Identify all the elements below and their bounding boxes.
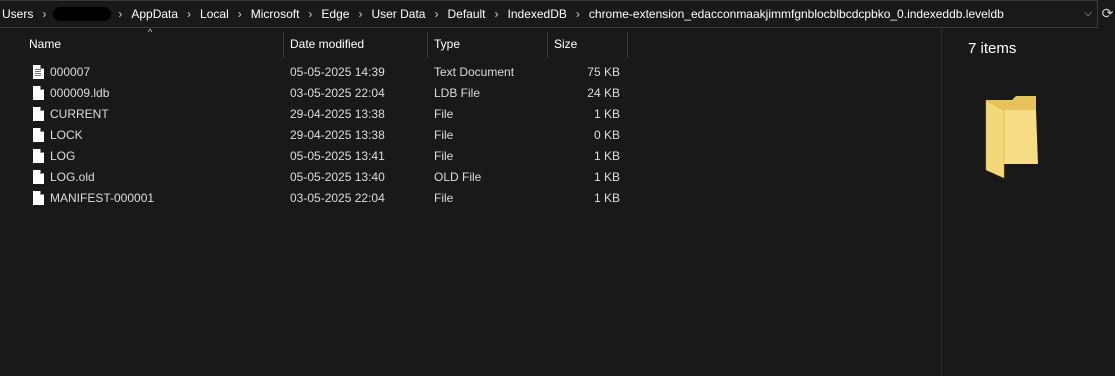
column-header-type[interactable]: Type bbox=[434, 30, 460, 58]
breadcrumb-user-data[interactable]: User Data bbox=[365, 7, 431, 21]
file-icon bbox=[33, 170, 44, 184]
file-type: OLD File bbox=[434, 170, 482, 184]
file-name: 000009.ldb bbox=[50, 86, 110, 100]
details-pane: 7 items bbox=[941, 28, 1115, 376]
column-divider[interactable] bbox=[427, 32, 428, 58]
column-header-name[interactable]: Name bbox=[29, 30, 61, 58]
file-size: 1 KB bbox=[593, 107, 620, 121]
chevron-right-icon[interactable]: › bbox=[573, 7, 583, 21]
item-count: 7 items bbox=[968, 40, 1017, 57]
file-date: 29-04-2025 13:38 bbox=[290, 107, 385, 121]
address-bar[interactable]: Users › › AppData › Local › Microsoft › … bbox=[0, 0, 1098, 28]
file-row[interactable]: LOG 05-05-2025 13:41 File 1 KB bbox=[0, 146, 940, 167]
breadcrumb-default[interactable]: Default bbox=[441, 7, 491, 21]
file-name: LOG.old bbox=[50, 170, 95, 184]
file-type: File bbox=[434, 191, 454, 205]
file-icon bbox=[33, 86, 44, 100]
breadcrumb-edge[interactable]: Edge bbox=[315, 7, 355, 21]
file-type: File bbox=[434, 128, 454, 142]
breadcrumb-current-folder[interactable]: chrome-extension_edacconmaakjimmfgnblocb… bbox=[583, 7, 1010, 21]
breadcrumb-local[interactable]: Local bbox=[194, 7, 235, 21]
column-header-row: ^ Name Date modified Type Size bbox=[0, 27, 940, 58]
chevron-right-icon[interactable]: › bbox=[431, 7, 441, 21]
file-icon bbox=[33, 149, 44, 163]
text-document-icon bbox=[33, 65, 44, 79]
file-name: 000007 bbox=[50, 65, 91, 79]
column-divider[interactable] bbox=[283, 32, 284, 58]
breadcrumb-indexeddb[interactable]: IndexedDB bbox=[502, 7, 573, 21]
file-size: 75 KB bbox=[587, 65, 620, 79]
file-row[interactable]: 000007 05-05-2025 14:39 Text Document 75… bbox=[0, 62, 940, 83]
file-type: File bbox=[434, 149, 454, 163]
chevron-right-icon[interactable]: › bbox=[305, 7, 315, 21]
folder-icon bbox=[985, 96, 1038, 179]
file-size: 24 KB bbox=[587, 86, 620, 100]
chevron-right-icon[interactable]: › bbox=[492, 7, 502, 21]
breadcrumb-microsoft[interactable]: Microsoft bbox=[245, 7, 306, 21]
file-date: 05-05-2025 13:40 bbox=[290, 170, 385, 184]
file-icon bbox=[33, 128, 44, 142]
file-size: 1 KB bbox=[593, 149, 620, 163]
refresh-icon[interactable]: ⟳ bbox=[1100, 4, 1115, 22]
column-header-size[interactable]: Size bbox=[554, 30, 577, 58]
breadcrumb-appdata[interactable]: AppData bbox=[125, 7, 184, 21]
file-icon bbox=[33, 191, 44, 205]
file-icon bbox=[33, 107, 44, 121]
file-name: LOG bbox=[50, 149, 76, 163]
sort-ascending-icon: ^ bbox=[148, 27, 153, 37]
column-divider[interactable] bbox=[627, 32, 628, 58]
file-name: LOCK bbox=[50, 128, 83, 142]
file-row[interactable]: CURRENT 29-04-2025 13:38 File 1 KB bbox=[0, 104, 940, 125]
file-row[interactable]: 000009.ldb 03-05-2025 22:04 LDB File 24 … bbox=[0, 83, 940, 104]
chevron-right-icon[interactable]: › bbox=[39, 7, 49, 21]
chevron-right-icon[interactable]: › bbox=[355, 7, 365, 21]
breadcrumb-users[interactable]: Users bbox=[0, 7, 39, 21]
file-date: 05-05-2025 14:39 bbox=[290, 65, 385, 79]
file-date: 03-05-2025 22:04 bbox=[290, 191, 385, 205]
file-type: LDB File bbox=[434, 86, 481, 100]
file-type: File bbox=[434, 107, 454, 121]
file-row[interactable]: MANIFEST-000001 03-05-2025 22:04 File 1 … bbox=[0, 188, 940, 209]
file-list: 000007 05-05-2025 14:39 Text Document 75… bbox=[0, 62, 940, 209]
file-date: 29-04-2025 13:38 bbox=[290, 128, 385, 142]
chevron-right-icon[interactable]: › bbox=[235, 7, 245, 21]
file-size: 1 KB bbox=[593, 191, 620, 205]
chevron-down-icon[interactable]: ⌵ bbox=[1081, 7, 1095, 21]
redacted-username bbox=[53, 7, 112, 21]
file-date: 03-05-2025 22:04 bbox=[290, 86, 385, 100]
column-header-date[interactable]: Date modified bbox=[290, 30, 364, 58]
column-divider[interactable] bbox=[547, 32, 548, 58]
file-date: 05-05-2025 13:41 bbox=[290, 149, 385, 163]
file-size: 1 KB bbox=[593, 170, 620, 184]
file-name: MANIFEST-000001 bbox=[50, 191, 155, 205]
file-row[interactable]: LOG.old 05-05-2025 13:40 OLD File 1 KB bbox=[0, 167, 940, 188]
file-type: Text Document bbox=[434, 65, 515, 79]
file-row[interactable]: LOCK 29-04-2025 13:38 File 0 KB bbox=[0, 125, 940, 146]
file-name: CURRENT bbox=[50, 107, 109, 121]
chevron-right-icon[interactable]: › bbox=[115, 7, 125, 21]
file-size: 0 KB bbox=[593, 128, 620, 142]
chevron-right-icon[interactable]: › bbox=[184, 7, 194, 21]
